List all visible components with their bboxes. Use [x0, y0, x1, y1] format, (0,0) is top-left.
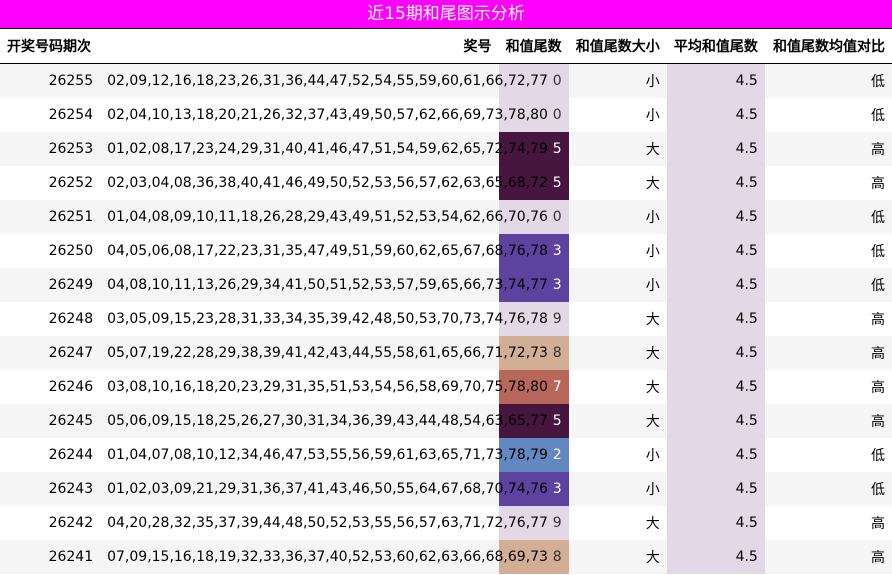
page-title: 近15期和尾图示分析	[0, 0, 892, 29]
table-row: 26241 07,09,15,16,18,19,32,33,36,37,40,52…	[0, 540, 892, 574]
average-cell: 4.5	[666, 63, 765, 98]
table-row: 26249 04,08,10,11,13,26,29,34,41,50,51,52…	[0, 268, 892, 302]
average-cell: 4.5	[666, 234, 765, 268]
header-average[interactable]: 平均和值尾数	[666, 29, 765, 64]
header-numbers[interactable]: 奖号	[100, 29, 499, 64]
size-cell: 小	[568, 234, 667, 268]
period-cell: 26241	[0, 540, 101, 574]
average-cell: 4.5	[666, 98, 765, 132]
compare-cell: 高	[764, 506, 892, 540]
table-row: 26246 03,08,10,16,18,20,23,29,31,35,51,53…	[0, 370, 892, 404]
numbers-cell: 02,04,10,13,18,20,21,26,32,37,43,49,50,5…	[100, 98, 548, 132]
size-cell: 小	[568, 268, 667, 302]
numbers-cell: 03,08,10,16,18,20,23,29,31,35,51,53,54,5…	[100, 370, 548, 404]
period-cell: 26247	[0, 336, 101, 370]
average-cell: 4.5	[666, 540, 765, 574]
average-cell: 4.5	[666, 438, 765, 472]
table-row: 26251 01,04,08,09,10,11,18,26,28,29,43,49…	[0, 200, 892, 234]
period-cell: 26250	[0, 234, 101, 268]
numbers-cell: 01,04,07,08,10,12,34,46,47,53,55,56,59,6…	[100, 438, 548, 472]
size-cell: 大	[568, 336, 667, 370]
average-cell: 4.5	[666, 472, 765, 506]
header-compare[interactable]: 和值尾数均值对比	[764, 29, 892, 64]
numbers-cell: 01,04,08,09,10,11,18,26,28,29,43,49,51,5…	[100, 200, 548, 234]
size-cell: 大	[568, 302, 667, 336]
size-cell: 大	[568, 370, 667, 404]
numbers-cell: 04,08,10,11,13,26,29,34,41,50,51,52,53,5…	[100, 268, 548, 302]
compare-cell: 低	[764, 268, 892, 302]
size-cell: 大	[568, 166, 667, 200]
compare-cell: 低	[764, 98, 892, 132]
table-row: 26243 01,02,03,09,21,29,31,36,37,41,43,46…	[0, 472, 892, 506]
period-cell: 26253	[0, 132, 101, 166]
compare-cell: 高	[764, 336, 892, 370]
table-row: 26244 01,04,07,08,10,12,34,46,47,53,55,56…	[0, 438, 892, 472]
compare-cell: 高	[764, 540, 892, 574]
compare-cell: 高	[764, 302, 892, 336]
size-cell: 大	[568, 506, 667, 540]
average-cell: 4.5	[666, 370, 765, 404]
compare-cell: 高	[764, 166, 892, 200]
average-cell: 4.5	[666, 302, 765, 336]
average-cell: 4.5	[666, 200, 765, 234]
numbers-cell: 04,20,28,32,35,37,39,44,48,50,52,53,55,5…	[100, 506, 548, 540]
compare-cell: 低	[764, 234, 892, 268]
compare-cell: 低	[764, 200, 892, 234]
size-cell: 小	[568, 472, 667, 506]
numbers-cell: 04,05,06,08,17,22,23,31,35,47,49,51,59,6…	[100, 234, 548, 268]
average-cell: 4.5	[666, 404, 765, 438]
numbers-cell: 02,03,04,08,36,38,40,41,46,49,50,52,53,5…	[100, 166, 548, 200]
size-cell: 大	[568, 404, 667, 438]
numbers-cell: 02,09,12,16,18,23,26,31,36,44,47,52,54,5…	[100, 63, 548, 98]
period-cell: 26255	[0, 63, 101, 98]
size-cell: 大	[568, 540, 667, 574]
period-cell: 26251	[0, 200, 101, 234]
numbers-cell: 07,09,15,16,18,19,32,33,36,37,40,52,53,6…	[100, 540, 548, 574]
period-cell: 26242	[0, 506, 101, 540]
period-cell: 26248	[0, 302, 101, 336]
table-row: 26254 02,04,10,13,18,20,21,26,32,37,43,49…	[0, 98, 892, 132]
numbers-cell: 01,02,03,09,21,29,31,36,37,41,43,46,50,5…	[100, 472, 548, 506]
header-tail[interactable]: 和值尾数	[498, 29, 569, 64]
average-cell: 4.5	[666, 268, 765, 302]
average-cell: 4.5	[666, 132, 765, 166]
period-cell: 26254	[0, 98, 101, 132]
table-row: 26255 02,09,12,16,18,23,26,31,36,44,47,52…	[0, 63, 892, 98]
compare-cell: 高	[764, 370, 892, 404]
average-cell: 4.5	[666, 166, 765, 200]
average-cell: 4.5	[666, 336, 765, 370]
period-cell: 26246	[0, 370, 101, 404]
period-cell: 26243	[0, 472, 101, 506]
table-row: 26245 05,06,09,15,18,25,26,27,30,31,34,36…	[0, 404, 892, 438]
table-header-row: 开奖号码期次 奖号 和值尾数 和值尾数大小 平均和值尾数 和值尾数均值对比	[0, 29, 892, 64]
table-row: 26242 04,20,28,32,35,37,39,44,48,50,52,53…	[0, 506, 892, 540]
size-cell: 小	[568, 98, 667, 132]
table-row: 26247 05,07,19,22,28,29,38,39,41,42,43,44…	[0, 336, 892, 370]
table-row: 26250 04,05,06,08,17,22,23,31,35,47,49,51…	[0, 234, 892, 268]
compare-cell: 高	[764, 132, 892, 166]
average-cell: 4.5	[666, 506, 765, 540]
table-row: 26252 02,03,04,08,36,38,40,41,46,49,50,52…	[0, 166, 892, 200]
size-cell: 小	[568, 63, 667, 98]
header-size[interactable]: 和值尾数大小	[568, 29, 667, 64]
size-cell: 大	[568, 132, 667, 166]
numbers-cell: 05,06,09,15,18,25,26,27,30,31,34,36,39,4…	[100, 404, 548, 438]
size-cell: 小	[568, 438, 667, 472]
size-cell: 小	[568, 200, 667, 234]
header-period[interactable]: 开奖号码期次	[0, 29, 101, 64]
period-cell: 26252	[0, 166, 101, 200]
compare-cell: 低	[764, 438, 892, 472]
period-cell: 26244	[0, 438, 101, 472]
table-row: 26248 03,05,09,15,23,28,31,33,34,35,39,42…	[0, 302, 892, 336]
table-row: 26253 01,02,08,17,23,24,29,31,40,41,46,47…	[0, 132, 892, 166]
compare-cell: 低	[764, 472, 892, 506]
numbers-cell: 03,05,09,15,23,28,31,33,34,35,39,42,48,5…	[100, 302, 548, 336]
compare-cell: 低	[764, 63, 892, 98]
compare-cell: 高	[764, 404, 892, 438]
period-cell: 26249	[0, 268, 101, 302]
numbers-cell: 05,07,19,22,28,29,38,39,41,42,43,44,55,5…	[100, 336, 548, 370]
analysis-table: 开奖号码期次 奖号 和值尾数 和值尾数大小 平均和值尾数 和值尾数均值对比 26…	[0, 29, 892, 574]
period-cell: 26245	[0, 404, 101, 438]
numbers-cell: 01,02,08,17,23,24,29,31,40,41,46,47,51,5…	[100, 132, 548, 166]
